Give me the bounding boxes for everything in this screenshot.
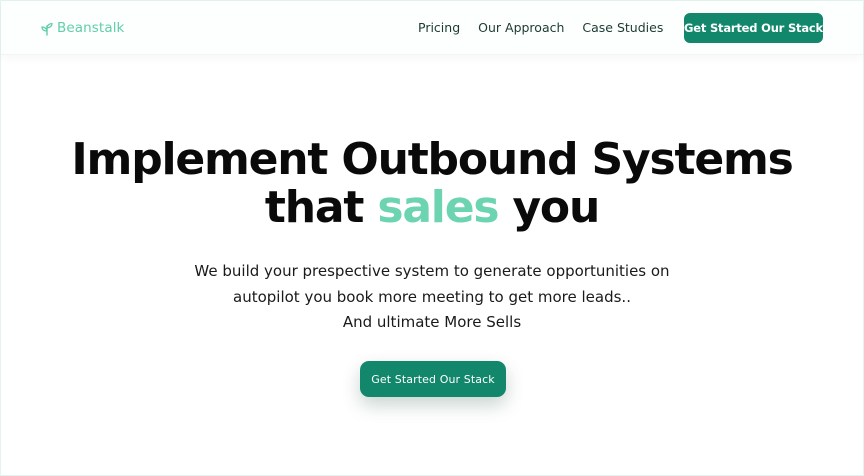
hero-title-accent-word: sales <box>377 182 499 233</box>
hero-title-that: that <box>264 182 365 233</box>
site-header: Beanstalk Pricing Our Approach Case Stud… <box>1 1 863 55</box>
hero-title-line-1: Implement Outbound Systems <box>71 134 793 185</box>
hero-subtitle-line-1: We build your prespective system to gene… <box>194 262 670 280</box>
nav-link-pricing[interactable]: Pricing <box>418 19 460 36</box>
hero-title-line-2: that sales you <box>1 184 863 232</box>
main-nav: Pricing Our Approach Case Studies <box>418 19 663 36</box>
hero-subtitle-line-2: autopilot you book more meeting to get m… <box>233 287 631 306</box>
logo-text: Beanstalk <box>57 20 125 36</box>
hero-title-you: you <box>512 182 600 233</box>
header-get-started-button[interactable]: Get Started Our Stack <box>684 13 823 43</box>
landing-page: Beanstalk Pricing Our Approach Case Stud… <box>0 0 864 476</box>
hero-title: Implement Outbound Systems that sales yo… <box>1 136 863 232</box>
nav-link-our-approach[interactable]: Our Approach <box>478 19 564 36</box>
nav-link-case-studies[interactable]: Case Studies <box>582 19 663 36</box>
hero-subtitle-line-3: And ultimate More Sells <box>342 313 522 331</box>
sprout-icon <box>41 22 53 36</box>
hero-get-started-button[interactable]: Get Started Our Stack <box>360 361 506 397</box>
hero-subtitle: We build your prespective system to gene… <box>1 259 863 336</box>
logo-link[interactable]: Beanstalk <box>41 18 124 38</box>
